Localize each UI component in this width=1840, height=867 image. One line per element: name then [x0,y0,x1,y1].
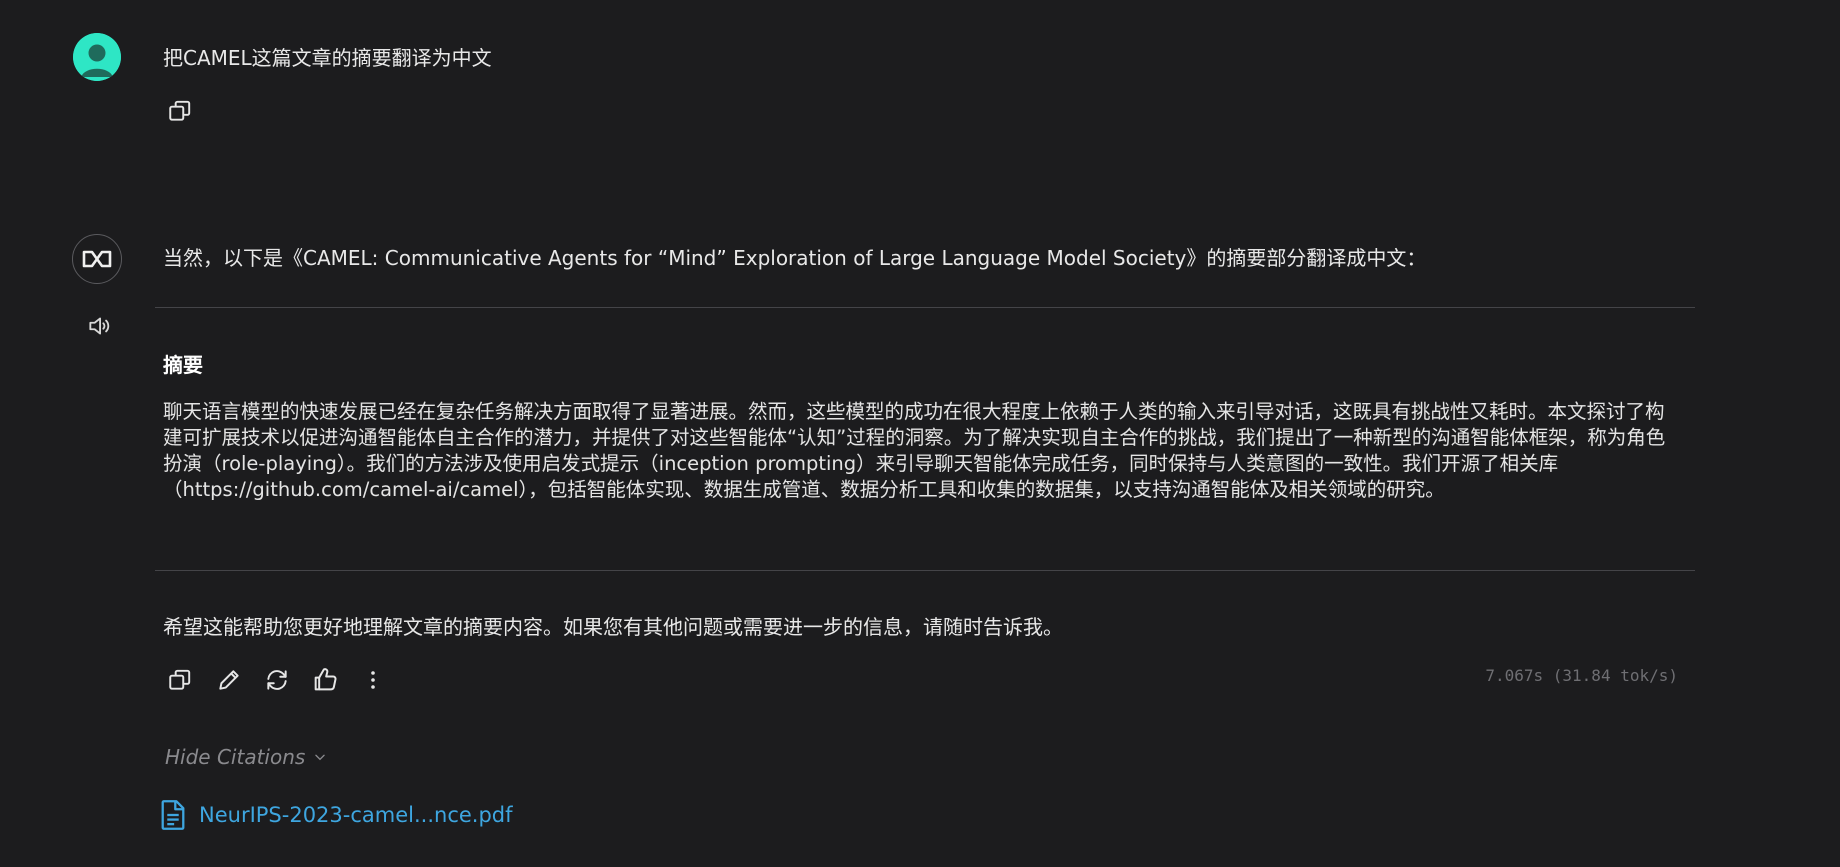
like-button[interactable] [309,664,341,696]
camel-logo-icon [72,234,122,284]
divider [155,570,1695,571]
copy-icon [169,669,191,690]
divider [155,307,1695,308]
user-avatar-icon [73,33,121,81]
hide-citations-label: Hide Citations [165,745,306,769]
citation-label: NeurIPS-2023-camel...nce.pdf [199,803,513,827]
citation-item[interactable]: NeurIPS-2023-camel...nce.pdf [159,799,513,831]
copy-button[interactable] [164,664,196,696]
chat-page: 把CAMEL这篇文章的摘要翻译为中文 当然，以下是《CAMEL: Communi… [0,0,1840,867]
copy-icon[interactable] [164,95,196,127]
assistant-intro-text: 当然，以下是《CAMEL: Communicative Agents for “… [163,246,1427,270]
document-icon [161,800,185,830]
regenerate-button[interactable] [261,664,293,696]
regenerate-icon [267,670,287,690]
user-message-text: 把CAMEL这篇文章的摘要翻译为中文 [163,46,492,70]
hide-citations-toggle[interactable]: Hide Citations [165,745,327,769]
speaker-icon[interactable] [83,310,115,342]
more-vertical-icon [371,671,375,689]
generation-timing: 7.067s (31.84 tok/s) [1485,666,1678,685]
more-button[interactable] [357,664,389,696]
assistant-closing-text: 希望这能帮助您更好地理解文章的摘要内容。如果您有其他问题或需要进一步的信息，请随… [163,615,1063,639]
abstract-heading: 摘要 [163,353,203,377]
edit-icon [219,670,239,690]
chevron-down-icon [315,754,326,761]
thumbs-up-icon [314,668,337,691]
abstract-body: 聊天语言模型的快速发展已经在复杂任务解决方面取得了显著进展。然而，这些模型的成功… [163,400,1666,501]
edit-button[interactable] [213,664,245,696]
